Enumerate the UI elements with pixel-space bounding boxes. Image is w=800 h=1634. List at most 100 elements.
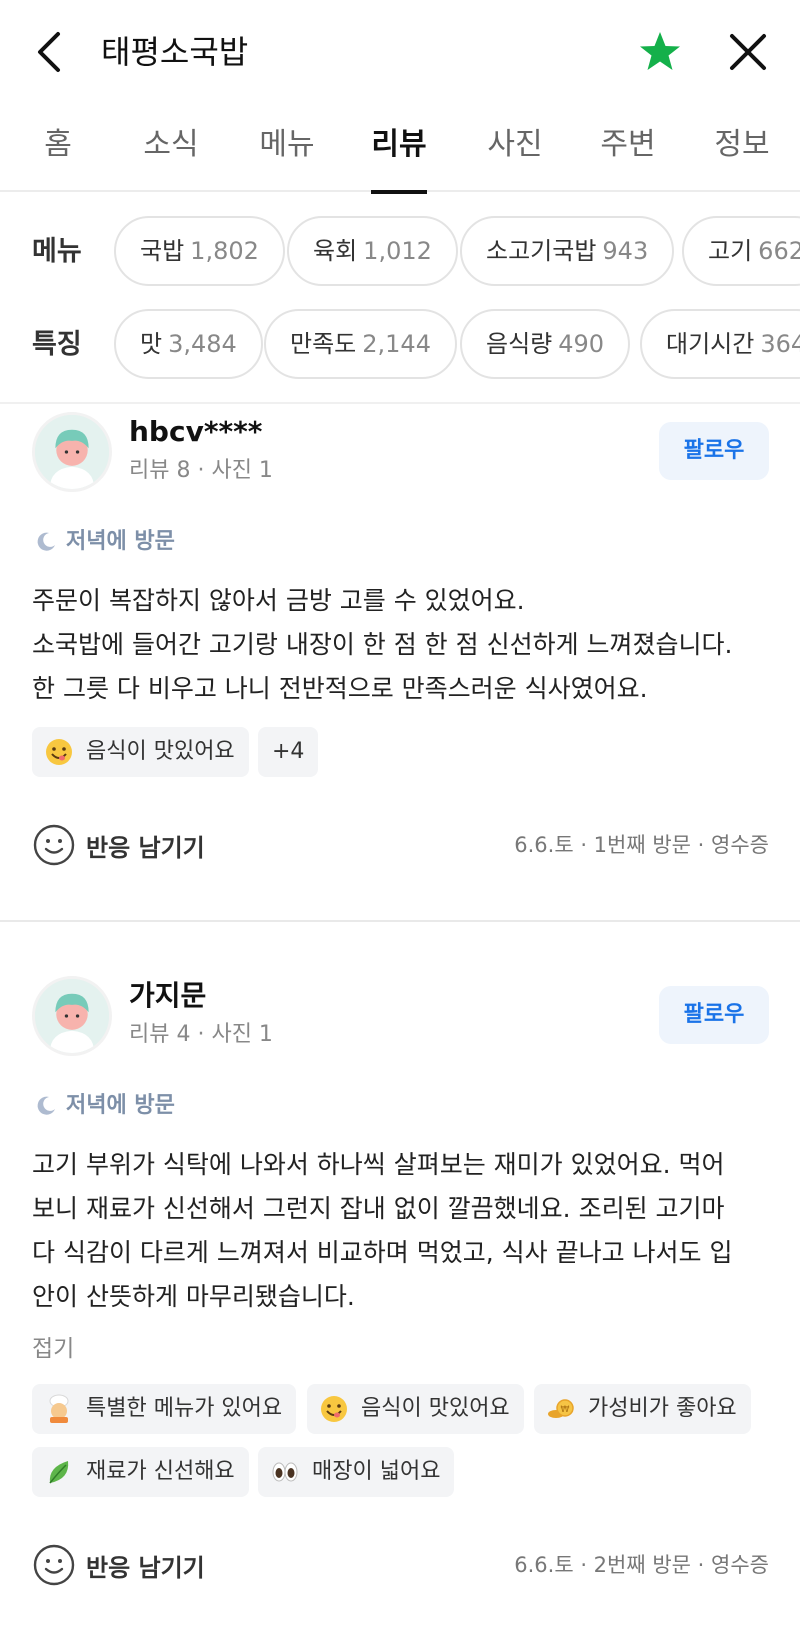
- chip-count: 943: [602, 237, 649, 265]
- follow-button[interactable]: 팔로우: [659, 986, 769, 1044]
- chip-name: 만족도: [290, 330, 357, 358]
- tag-label: 매장이 넓어요: [312, 1459, 441, 1484]
- tab-info[interactable]: 정보: [711, 104, 773, 192]
- follow-button[interactable]: 팔로우: [659, 422, 769, 480]
- star-icon: [640, 32, 680, 70]
- tab-home[interactable]: 홈: [36, 104, 80, 192]
- review-text[interactable]: 고기 부위가 식탁에 나와서 하나씩 살펴보는 재미가 있었어요. 먹어 보니 …: [32, 1143, 772, 1319]
- tab-photos[interactable]: 사진: [484, 104, 546, 192]
- visit-time: 저녁에 방문: [34, 527, 175, 557]
- tab-reviews[interactable]: 리뷰: [371, 104, 427, 194]
- review-user-stats: 리뷰 4 · 사진 1: [129, 1022, 273, 1047]
- fold-link[interactable]: 접기: [32, 1333, 74, 1365]
- menu-chip[interactable]: 소고기국밥 943: [460, 216, 675, 286]
- page-title: 태평소국밥: [101, 33, 249, 71]
- tag-label: 가성비가 좋아요: [588, 1396, 737, 1421]
- react-button[interactable]: 반응 남기기: [32, 1543, 205, 1587]
- review-divider: [0, 920, 800, 922]
- menu-chip[interactable]: 육회 1,012: [287, 216, 458, 286]
- chef-icon: [49, 1394, 69, 1423]
- favorite-button[interactable]: [636, 28, 684, 76]
- review-text[interactable]: 주문이 복잡하지 않아서 금방 고를 수 있었어요. 소국밥에 들어간 고기랑 …: [32, 579, 772, 711]
- react-label: 반응 남기기: [86, 833, 205, 862]
- review-text-line: 보니 재료가 신선해서 그런지 잡내 없이 깔끔했네요. 조리된 고기마: [32, 1194, 725, 1223]
- review-meta: 6.6.토 · 1번째 방문 · 영수증: [514, 833, 769, 857]
- tab-news[interactable]: 소식: [140, 104, 202, 192]
- avatar-icon: [35, 979, 109, 1053]
- chip-count: 1,802: [190, 237, 259, 265]
- tab-bar: 홈 소식 메뉴 리뷰 사진 주변 정보: [0, 104, 800, 194]
- chip-count: 364: [760, 330, 800, 358]
- feature-chip[interactable]: 대기시간 364: [640, 309, 800, 379]
- leaf-icon: [49, 1461, 69, 1484]
- close-button[interactable]: [724, 28, 772, 76]
- filter-divider: [0, 402, 800, 404]
- review-meta: 6.6.토 · 2번째 방문 · 영수증: [514, 1553, 769, 1577]
- chip-count: 490: [558, 330, 605, 358]
- yum-face-icon: [321, 1396, 347, 1422]
- chip-name: 국밥: [140, 237, 185, 265]
- chip-count: 3,484: [168, 330, 237, 358]
- review-text-line: 한 그릇 다 비우고 나니 전반적으로 만족스러운 식사였어요.: [32, 674, 648, 703]
- coin-icon: ₩: [548, 1399, 574, 1418]
- visit-time-label: 저녁에 방문: [66, 529, 175, 554]
- menu-chip[interactable]: 고기 662: [682, 216, 800, 286]
- chip-count: 2,144: [362, 330, 431, 358]
- moon-icon: [37, 1096, 55, 1115]
- review-text-line: 소국밥에 들어간 고기랑 내장이 한 점 한 점 신선하게 느껴졌습니다.: [32, 630, 733, 659]
- app-header: 태평소국밥: [0, 0, 800, 104]
- chip-name: 소고기국밥: [486, 237, 597, 265]
- review-text-line: 고기 부위가 식탁에 나와서 하나씩 살펴보는 재미가 있었어요. 먹어: [32, 1150, 725, 1179]
- smile-icon: [33, 1544, 75, 1586]
- react-button[interactable]: 반응 남기기: [32, 823, 205, 867]
- visit-time: 저녁에 방문: [34, 1091, 175, 1121]
- review-text-line: 안이 산뜻하게 마무리됐습니다.: [32, 1282, 355, 1311]
- smile-icon: [33, 824, 75, 866]
- chip-name: 맛: [140, 330, 163, 358]
- visit-time-label: 저녁에 방문: [66, 1093, 175, 1118]
- review-user-stats: 리뷰 8 · 사진 1: [129, 458, 273, 483]
- review-username[interactable]: hbcv****: [129, 414, 262, 450]
- chip-name: 고기: [708, 237, 753, 265]
- moon-icon: [37, 532, 55, 551]
- chip-name: 음식량: [486, 330, 553, 358]
- more-tags-button[interactable]: +4: [258, 727, 319, 777]
- close-icon: [730, 34, 766, 70]
- review-text-line: 주문이 복잡하지 않아서 금방 고를 수 있었어요.: [32, 586, 525, 615]
- chip-count: 662: [758, 237, 800, 265]
- chip-count: 1,012: [363, 237, 432, 265]
- eyes-icon: [272, 1462, 298, 1482]
- tag-label: 특별한 메뉴가 있어요: [86, 1396, 283, 1421]
- back-arrow-icon: [38, 32, 60, 72]
- avatar[interactable]: [32, 412, 112, 492]
- menu-filter-label: 메뉴: [32, 236, 82, 267]
- review-tag[interactable]: 재료가 신선해요: [32, 1447, 249, 1497]
- review-tag[interactable]: 매장이 넓어요: [258, 1447, 455, 1497]
- tag-label: 음식이 맛있어요: [361, 1396, 510, 1421]
- feature-chip[interactable]: 만족도 2,144: [264, 309, 457, 379]
- tab-nearby[interactable]: 주변: [597, 104, 659, 192]
- avatar[interactable]: [32, 976, 112, 1056]
- review-username[interactable]: 가지문: [129, 978, 206, 1014]
- review-tag[interactable]: 특별한 메뉴가 있어요: [32, 1384, 297, 1434]
- svg-text:₩: ₩: [561, 1405, 570, 1415]
- back-button[interactable]: [30, 28, 70, 76]
- feature-filter-row: 특징 맛 3,484 만족도 2,144 음식량 490 대기시간 364: [0, 309, 800, 381]
- react-label: 반응 남기기: [86, 1553, 205, 1582]
- review-text-line: 다 식감이 다르게 느껴져서 비교하며 먹었고, 식사 끝나고 나서도 입: [32, 1238, 733, 1267]
- feature-chip[interactable]: 맛 3,484: [114, 309, 263, 379]
- review-tag[interactable]: 음식이 맛있어요: [307, 1384, 524, 1434]
- chip-name: 육회: [313, 237, 358, 265]
- menu-chip[interactable]: 국밥 1,802: [114, 216, 285, 286]
- tag-label: 재료가 신선해요: [86, 1459, 235, 1484]
- menu-filter-row: 메뉴 국밥 1,802 육회 1,012 소고기국밥 943 고기 662: [0, 216, 800, 288]
- review-tag[interactable]: 음식이 맛있어요: [32, 727, 249, 777]
- yum-face-icon: [46, 739, 72, 765]
- tag-label: 음식이 맛있어요: [86, 739, 235, 764]
- tab-menu[interactable]: 메뉴: [256, 104, 318, 192]
- review-tag[interactable]: ₩ 가성비가 좋아요: [534, 1384, 751, 1434]
- chip-name: 대기시간: [666, 330, 755, 358]
- feature-filter-label: 특징: [32, 329, 82, 360]
- avatar-icon: [35, 415, 109, 489]
- feature-chip[interactable]: 음식량 490: [460, 309, 631, 379]
